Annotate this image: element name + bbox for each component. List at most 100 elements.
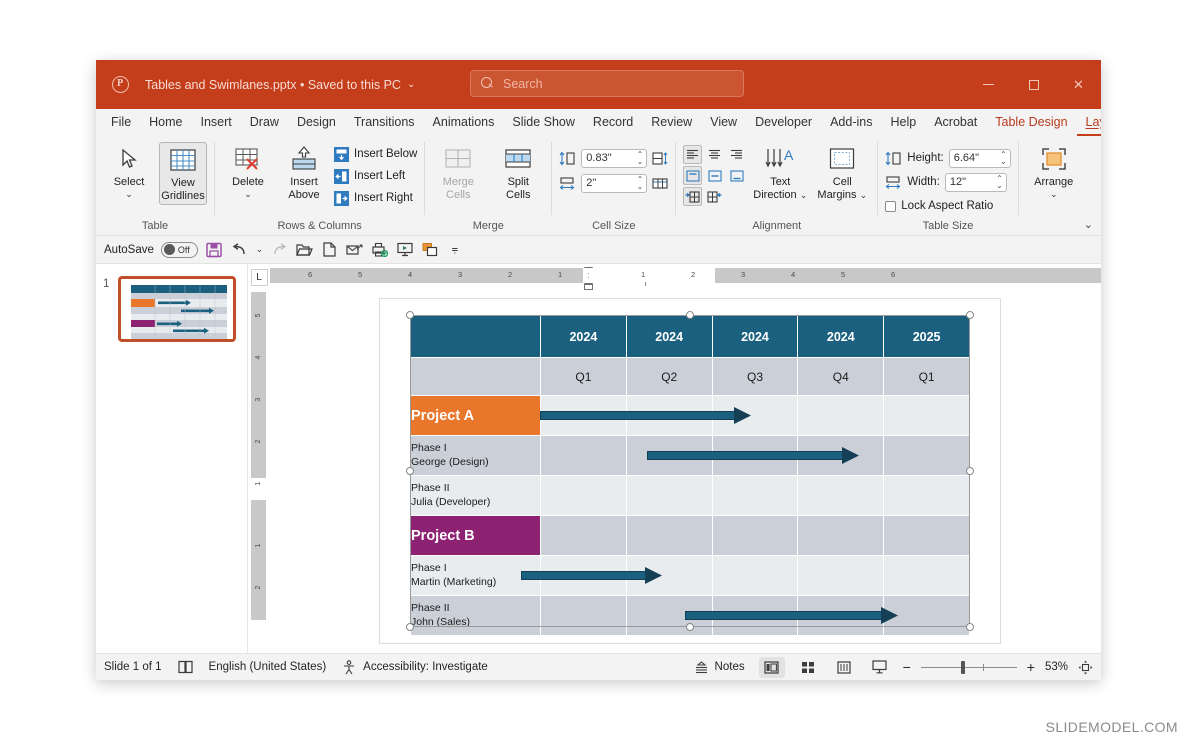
align-text-left-cell-icon[interactable] xyxy=(683,187,703,206)
distribute-columns-icon[interactable] xyxy=(652,176,668,191)
align-left-icon[interactable] xyxy=(683,145,703,164)
zoom-out-button[interactable]: − xyxy=(903,659,911,675)
zoom-slider-thumb[interactable] xyxy=(960,660,965,674)
maximize-icon[interactable] xyxy=(1011,60,1056,109)
selection-handle-ml[interactable] xyxy=(406,467,414,475)
left-indent-marker[interactable] xyxy=(584,284,593,290)
language-label[interactable]: English (United States) xyxy=(209,661,327,673)
tab-home[interactable]: Home xyxy=(140,109,191,136)
zoom-in-button[interactable]: + xyxy=(1027,659,1035,675)
normal-view-button[interactable] xyxy=(758,656,785,678)
tab-animations[interactable]: Animations xyxy=(424,109,504,136)
cell-margins-button[interactable]: Cell Margins ⌄ xyxy=(814,142,870,201)
slide-sorter-button[interactable] xyxy=(795,657,821,678)
slide-thumbnail-1[interactable] xyxy=(118,276,236,342)
tab-table-design[interactable]: Table Design xyxy=(986,109,1076,136)
cell-width-spinner[interactable]: ⌃ ⌄ xyxy=(637,175,644,190)
selection-handle-br[interactable] xyxy=(966,623,974,631)
insert-right-button[interactable]: Insert Right xyxy=(334,188,417,208)
tab-transitions[interactable]: Transitions xyxy=(345,109,424,136)
undo-dropdown-icon[interactable]: ⌄ xyxy=(255,241,264,259)
align-middle-icon[interactable] xyxy=(705,166,724,185)
tab-stop-marker[interactable] xyxy=(645,282,646,286)
search-box[interactable]: Search xyxy=(470,70,744,97)
lock-aspect-ratio-checkbox[interactable] xyxy=(885,200,897,212)
close-icon[interactable]: ✕ xyxy=(1056,60,1101,109)
cell-width-input[interactable]: 2" ⌃ ⌄ xyxy=(581,173,648,193)
save-icon[interactable] xyxy=(205,241,223,259)
print-preview-icon[interactable] xyxy=(371,241,389,259)
split-cells-button[interactable]: Split Cells xyxy=(492,142,544,201)
tab-slide-show[interactable]: Slide Show xyxy=(503,109,584,136)
horizontal-ruler[interactable]: 6 5 4 3 2 1 1 2 3 4 5 6 xyxy=(270,267,1101,290)
slideshow-button[interactable] xyxy=(867,657,893,678)
fit-to-window-icon[interactable] xyxy=(1078,660,1093,675)
text-direction-button[interactable]: A Text Direction ⌄ xyxy=(752,142,808,201)
notes-page-icon[interactable] xyxy=(177,660,193,674)
minimize-icon[interactable] xyxy=(966,60,1011,109)
tab-layout[interactable]: Layout xyxy=(1076,109,1101,136)
cell-margins-chevron-icon[interactable]: ⌄ xyxy=(860,190,868,200)
delete-button[interactable]: Delete ⌄ xyxy=(222,142,274,199)
table-height-input[interactable]: 6.64" ⌃ ⌄ xyxy=(948,148,1011,168)
delete-dropdown-chevron-icon[interactable]: ⌄ xyxy=(244,189,252,199)
slide-count-label[interactable]: Slide 1 of 1 xyxy=(104,661,162,673)
selection-handle-bc[interactable] xyxy=(686,623,694,631)
new-icon[interactable] xyxy=(321,241,339,259)
arrange-chevron-icon[interactable]: ⌄ xyxy=(1050,189,1058,199)
tab-file[interactable]: File xyxy=(102,109,140,136)
undo-icon[interactable] xyxy=(230,241,248,259)
tab-record[interactable]: Record xyxy=(584,109,642,136)
distribute-rows-icon[interactable] xyxy=(652,151,668,166)
tab-help[interactable]: Help xyxy=(881,109,925,136)
cell-height-input[interactable]: 0.83" ⌃ ⌄ xyxy=(581,148,648,168)
insert-left-button[interactable]: Insert Left xyxy=(334,166,417,186)
tab-add-ins[interactable]: Add-ins xyxy=(821,109,881,136)
tab-insert[interactable]: Insert xyxy=(192,109,241,136)
align-text-right-cell-icon[interactable] xyxy=(705,187,724,206)
insert-above-button[interactable]: Insert Above xyxy=(278,142,330,201)
selection-handle-mr[interactable] xyxy=(966,467,974,475)
title-chevron-down-icon[interactable]: ⌄ xyxy=(407,79,415,90)
collapse-ribbon-button[interactable]: ⌄ xyxy=(1084,218,1093,231)
text-direction-chevron-icon[interactable]: ⌄ xyxy=(800,190,808,200)
duplicate-slide-icon[interactable] xyxy=(421,241,439,259)
customize-qat-icon[interactable]: ⩦ xyxy=(446,241,464,259)
tab-developer[interactable]: Developer xyxy=(746,109,821,136)
align-bottom-icon[interactable] xyxy=(727,166,746,185)
notes-button[interactable]: Notes xyxy=(694,660,745,674)
search-input-placeholder[interactable]: Search xyxy=(503,77,543,91)
selection-handle-bl[interactable] xyxy=(406,623,414,631)
tab-review[interactable]: Review xyxy=(642,109,701,136)
cell-height-spinner[interactable]: ⌃ ⌄ xyxy=(637,150,644,165)
select-dropdown-chevron-icon[interactable]: ⌄ xyxy=(125,189,133,199)
tab-stop-left-icon[interactable]: L xyxy=(250,269,268,286)
lock-aspect-ratio-row[interactable]: Lock Aspect Ratio xyxy=(885,196,993,216)
redo-icon[interactable] xyxy=(271,241,289,259)
vertical-ruler[interactable]: L 5 4 3 2 1 1 2 xyxy=(248,264,270,653)
table-width-spinner[interactable]: ⌃ ⌄ xyxy=(996,174,1003,189)
tab-draw[interactable]: Draw xyxy=(241,109,288,136)
reading-view-button[interactable] xyxy=(831,657,857,678)
tab-view[interactable]: View xyxy=(701,109,746,136)
select-button[interactable]: Select ⌄ xyxy=(103,142,155,199)
tab-acrobat[interactable]: Acrobat xyxy=(925,109,986,136)
start-slideshow-icon[interactable] xyxy=(396,241,414,259)
align-center-icon[interactable] xyxy=(705,145,724,164)
zoom-level-label[interactable]: 53% xyxy=(1045,661,1068,673)
table-width-input[interactable]: 12" ⌃ ⌄ xyxy=(944,172,1007,192)
arrange-button[interactable]: Arrange ⌄ xyxy=(1026,142,1082,199)
insert-below-button[interactable]: Insert Below xyxy=(334,144,417,164)
merge-cells-button[interactable]: Merge Cells xyxy=(432,142,484,201)
email-icon[interactable] xyxy=(346,241,364,259)
tab-design[interactable]: Design xyxy=(288,109,345,136)
autosave-toggle[interactable]: Off xyxy=(160,241,198,258)
accessibility-status[interactable]: Accessibility: Investigate xyxy=(342,659,488,675)
align-right-icon[interactable] xyxy=(727,145,746,164)
selection-handle-tc[interactable] xyxy=(686,311,694,319)
align-top-icon[interactable] xyxy=(683,166,703,185)
selection-handle-tl[interactable] xyxy=(406,311,414,319)
slide-canvas[interactable]: 2024 2024 2024 2024 2025 Q1 Q2 Q3 Q4 Q1 … xyxy=(380,299,1000,643)
zoom-slider[interactable] xyxy=(920,660,1017,674)
view-gridlines-button[interactable]: View Gridlines xyxy=(159,142,207,205)
